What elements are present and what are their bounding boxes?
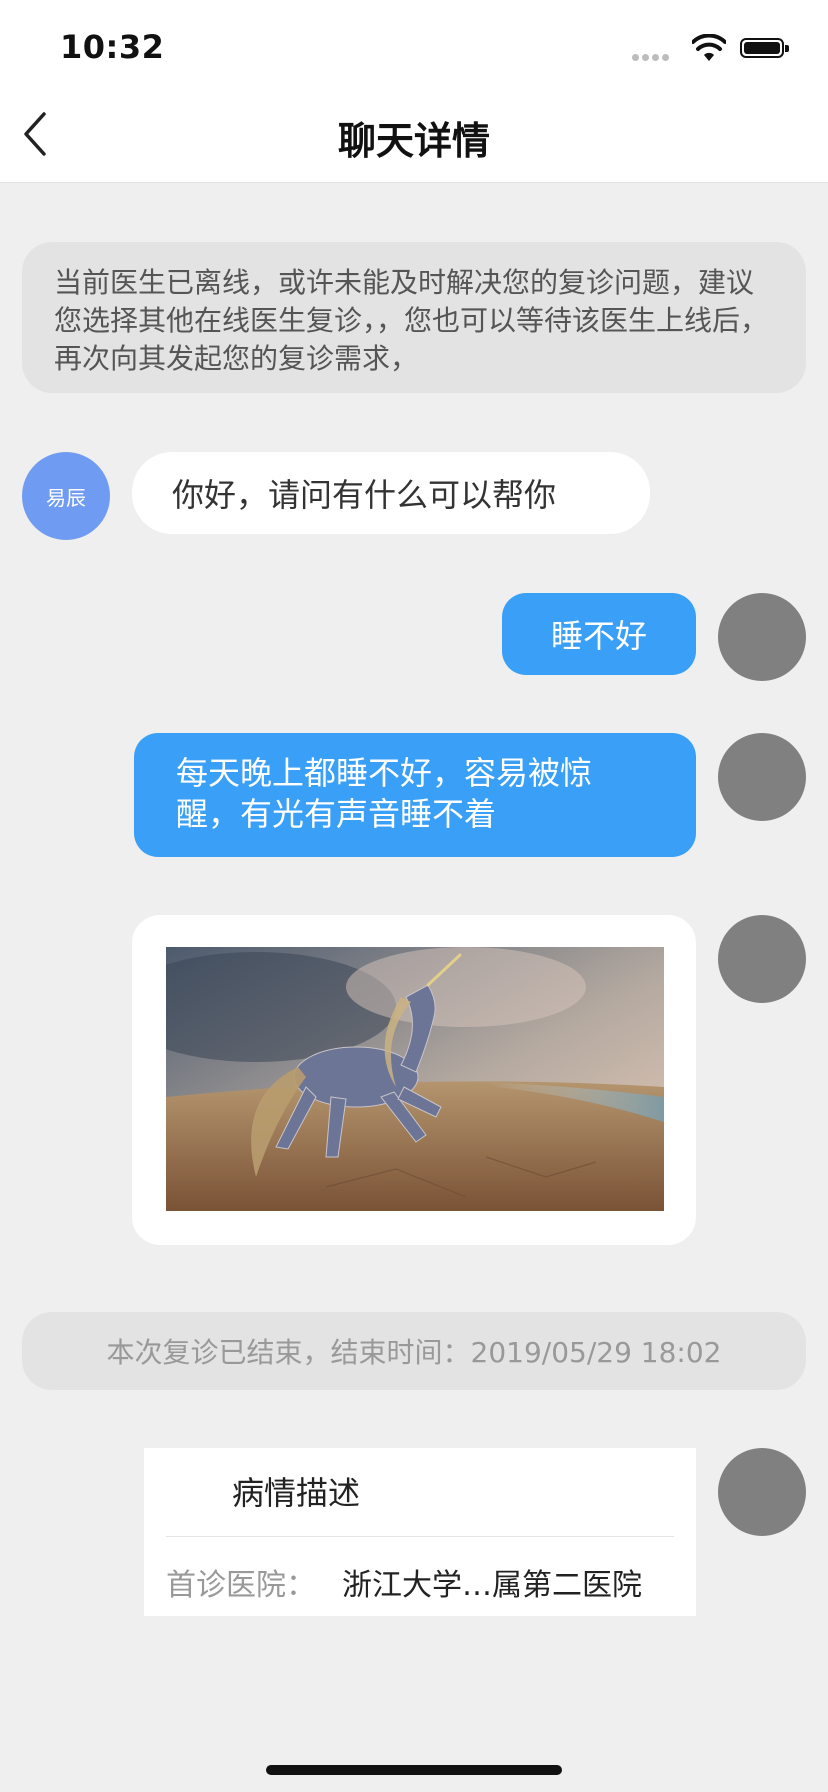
first-hospital-value: 浙江大学…属第二医院: [342, 1568, 642, 1603]
home-indicator: [266, 1765, 562, 1775]
page-title: 聊天详情: [337, 119, 490, 163]
patient-avatar[interactable]: [718, 915, 806, 1003]
wifi-icon: [692, 34, 726, 61]
offline-notice: 当前医生已离线，或许未能及时解决您的复诊问题，建议您选择其他在线医生复诊，，您也…: [22, 242, 806, 393]
status-bar: 10:32: [0, 0, 828, 88]
patient-message-text: 睡不好: [550, 617, 647, 655]
case-description-card[interactable]: 病情描述 首诊医院： 浙江大学…属第二医院: [144, 1448, 696, 1616]
doctor-message-text: 你好，请问有什么可以帮你: [172, 476, 557, 514]
patient-message-text: 每天晚上都睡不好，容易被惊醒，有光有声音睡不着: [176, 754, 593, 833]
case-card-title: 病情描述: [232, 1474, 361, 1512]
signal-dots-icon: [632, 54, 672, 62]
status-time: 10:32: [60, 28, 165, 66]
consultation-ended-note: 本次复诊已结束，结束时间：2019/05/29 18:02: [22, 1312, 806, 1390]
image-message-bubble[interactable]: [132, 915, 696, 1245]
patient-message-bubble: 每天晚上都睡不好，容易被惊醒，有光有声音睡不着: [134, 733, 696, 857]
divider: [166, 1536, 674, 1537]
battery-icon: [740, 38, 789, 58]
patient-avatar[interactable]: [718, 1448, 806, 1536]
patient-avatar[interactable]: [718, 733, 806, 821]
unicorn-on-beach-image[interactable]: [166, 947, 664, 1211]
doctor-message-bubble: 你好，请问有什么可以帮你: [132, 452, 650, 534]
status-icons: [632, 34, 792, 62]
nav-bar: 聊天详情: [0, 88, 828, 183]
first-hospital-label: 首诊医院：: [166, 1568, 316, 1603]
patient-avatar[interactable]: [718, 593, 806, 681]
patient-message-bubble: 睡不好: [502, 593, 696, 675]
doctor-avatar[interactable]: 易辰: [22, 452, 110, 540]
consultation-ended-text: 本次复诊已结束，结束时间：2019/05/29 18:02: [106, 1336, 722, 1369]
